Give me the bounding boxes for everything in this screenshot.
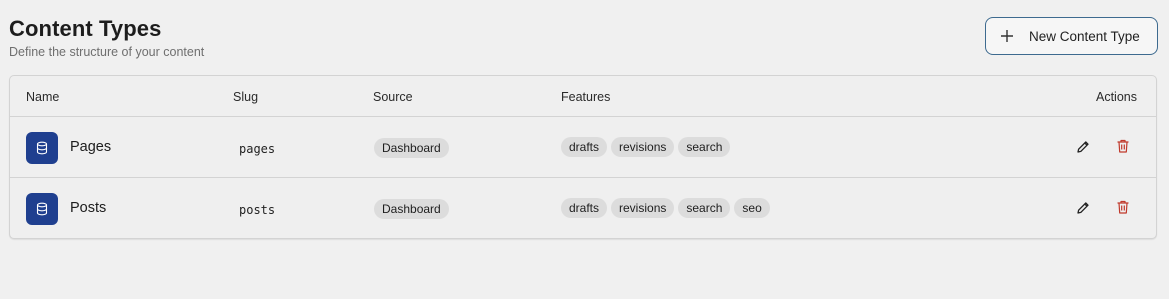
column-header-actions: Actions — [1096, 90, 1137, 104]
column-header-name: Name — [26, 90, 60, 104]
page-title: Content Types — [9, 16, 162, 41]
table-header: Name Slug Source Features Actions — [10, 76, 1156, 117]
new-content-type-button[interactable]: New Content Type — [985, 17, 1158, 55]
table-row: Posts posts Dashboard drafts revisions s… — [10, 178, 1156, 238]
content-type-name[interactable]: Pages — [70, 139, 111, 155]
source-badge: Dashboard — [374, 199, 449, 219]
database-icon — [26, 132, 58, 164]
feature-badge: revisions — [611, 137, 675, 157]
page-header: Content Types Define the structure of yo… — [9, 16, 204, 59]
table-row: Pages pages Dashboard drafts revisions s… — [10, 117, 1156, 178]
database-icon — [26, 193, 58, 225]
pencil-icon[interactable] — [1075, 139, 1091, 155]
feature-badge: search — [678, 137, 731, 157]
feature-badge: revisions — [611, 198, 675, 218]
content-type-slug: pages — [239, 142, 276, 156]
pencil-icon[interactable] — [1075, 200, 1091, 216]
trash-icon[interactable] — [1115, 199, 1131, 215]
content-types-table: Name Slug Source Features Actions Pages … — [9, 75, 1157, 239]
feature-badge: seo — [734, 198, 770, 218]
feature-badge: search — [678, 198, 731, 218]
content-type-slug: posts — [239, 203, 276, 217]
column-header-slug: Slug — [233, 90, 259, 104]
page-subtitle: Define the structure of your content — [9, 45, 205, 59]
column-header-source: Source — [373, 90, 413, 104]
content-type-name[interactable]: Posts — [70, 200, 106, 216]
feature-list: drafts revisions search seo — [561, 198, 770, 218]
feature-list: drafts revisions search — [561, 137, 731, 157]
new-content-type-label: New Content Type — [1029, 28, 1140, 44]
plus-icon — [1001, 30, 1013, 42]
source-badge: Dashboard — [374, 138, 449, 158]
feature-badge: drafts — [561, 137, 608, 157]
column-header-features: Features — [561, 90, 611, 104]
trash-icon[interactable] — [1115, 138, 1131, 154]
feature-badge: drafts — [561, 198, 608, 218]
